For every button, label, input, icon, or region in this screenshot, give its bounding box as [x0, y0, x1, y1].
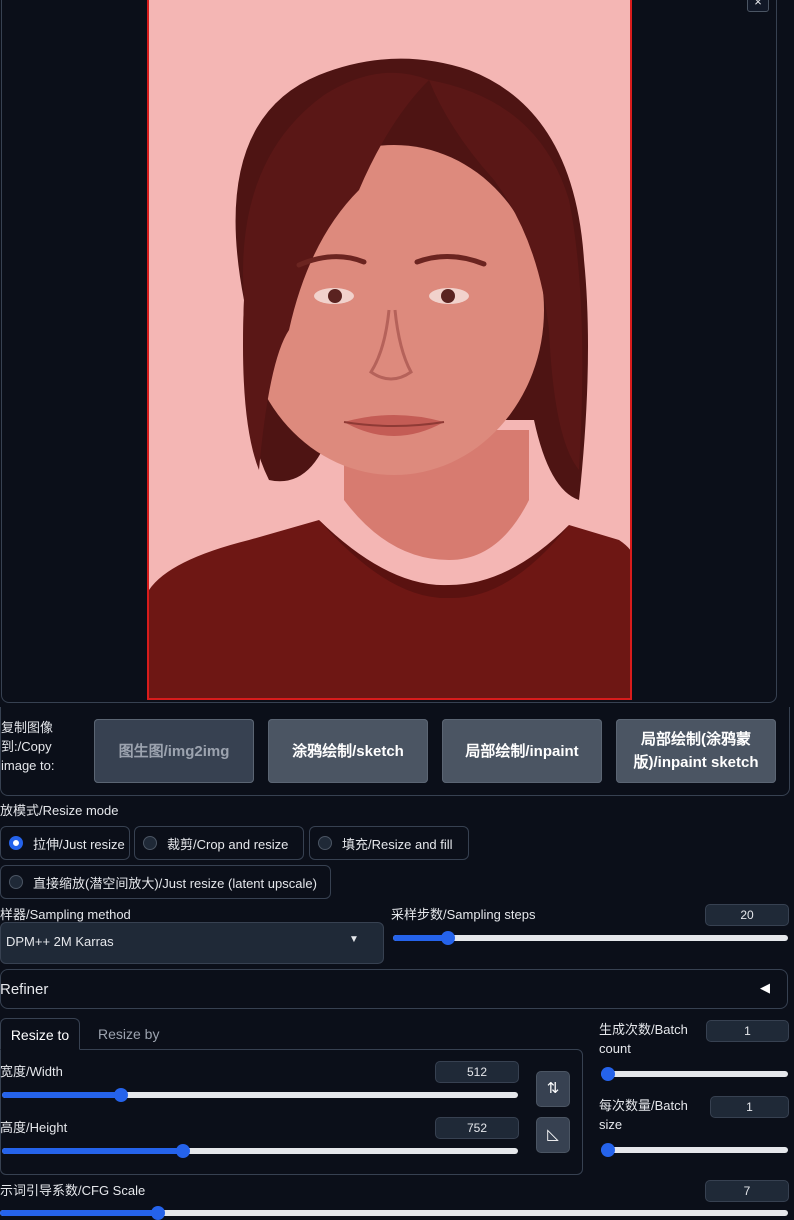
sampling-steps-thumb[interactable] — [441, 931, 456, 945]
copy-to-inpaint-sketch-button[interactable]: 局部绘制(涂鸦蒙版)/inpaint sketch — [616, 719, 776, 783]
slider-fill — [2, 1092, 121, 1098]
height-slider[interactable] — [2, 1148, 518, 1154]
radio-label: 裁剪/Crop and resize — [167, 836, 289, 852]
copy-image-label: 复制图像到:/Copy image to: — [1, 720, 55, 773]
radio-just-resize[interactable]: 拉伸/Just resize — [0, 826, 130, 860]
radio-label: 填充/Resize and fill — [342, 836, 453, 852]
resize-mode-label: 放模式/Resize mode — [0, 803, 119, 818]
radio-indicator — [318, 836, 332, 850]
width-slider[interactable] — [2, 1092, 518, 1098]
ruler-triangle-icon: ◺ — [547, 1126, 559, 1143]
batch-count-input[interactable]: 1 — [706, 1020, 789, 1042]
copy-to-img2img-button[interactable]: 图生图/img2img — [94, 719, 254, 783]
refiner-accordion[interactable] — [0, 969, 788, 1009]
cfg-scale-label: 示词引导系数/CFG Scale — [0, 1183, 146, 1198]
batch-count-thumb[interactable] — [601, 1067, 615, 1081]
swap-dimensions-button[interactable]: ⇅ — [536, 1071, 570, 1107]
sampling-steps-label: 采样步数/Sampling steps — [391, 907, 536, 922]
height-label: 高度/Height — [0, 1120, 68, 1135]
radio-indicator — [9, 875, 23, 889]
batch-count-slider[interactable] — [601, 1071, 788, 1077]
slider-fill — [2, 1148, 183, 1154]
radio-latent-upscale[interactable]: 直接缩放(潜空间放大)/Just resize (latent upscale) — [0, 865, 331, 899]
radio-selected-indicator — [9, 836, 23, 850]
swap-icon: ⇅ — [546, 1080, 560, 1097]
tab-resize-by[interactable]: Resize by — [98, 1026, 159, 1042]
refiner-label: Refiner — [0, 981, 49, 998]
height-thumb[interactable] — [175, 1144, 190, 1158]
tab-resize-to[interactable]: Resize to — [0, 1018, 80, 1050]
batch-size-input[interactable]: 1 — [710, 1096, 789, 1118]
aspect-ratio-button[interactable]: ◺ — [536, 1117, 570, 1153]
cfg-scale-slider[interactable] — [0, 1210, 788, 1216]
radio-crop-and-resize[interactable]: 裁剪/Crop and resize — [134, 826, 304, 860]
copy-to-inpaint-button[interactable]: 局部绘制/inpaint — [442, 719, 602, 783]
width-thumb[interactable] — [113, 1088, 128, 1102]
slider-fill — [393, 935, 449, 941]
cfg-scale-thumb[interactable] — [150, 1206, 165, 1220]
slider-fill — [0, 1210, 158, 1216]
cfg-scale-input[interactable]: 7 — [705, 1180, 789, 1202]
batch-size-label: 每次数量/Batch size — [599, 1098, 688, 1132]
portrait-image — [149, 0, 630, 698]
sampling-method-label: 样器/Sampling method — [0, 907, 131, 922]
width-label: 宽度/Width — [0, 1064, 63, 1079]
collapse-arrow-icon[interactable]: ◀ — [760, 980, 770, 996]
copy-to-sketch-button[interactable]: 涂鸦绘制/sketch — [268, 719, 428, 783]
radio-label: 直接缩放(潜空间放大)/Just resize (latent upscale) — [33, 875, 317, 891]
inpaint-image[interactable] — [147, 0, 632, 700]
dropdown-arrow-icon: ▼ — [349, 934, 359, 945]
batch-size-thumb[interactable] — [601, 1143, 615, 1157]
sampling-method-value: DPM++ 2M Karras — [6, 934, 114, 949]
radio-label: 拉伸/Just resize — [33, 836, 125, 852]
radio-indicator — [143, 836, 157, 850]
batch-size-slider[interactable] — [601, 1147, 788, 1153]
radio-resize-and-fill[interactable]: 填充/Resize and fill — [309, 826, 469, 860]
sampling-steps-input[interactable]: 20 — [705, 904, 789, 926]
batch-count-label: 生成次数/Batch count — [599, 1022, 688, 1056]
height-input[interactable]: 752 — [435, 1117, 519, 1139]
close-image-button[interactable]: × — [747, 0, 769, 12]
width-input[interactable]: 512 — [435, 1061, 519, 1083]
